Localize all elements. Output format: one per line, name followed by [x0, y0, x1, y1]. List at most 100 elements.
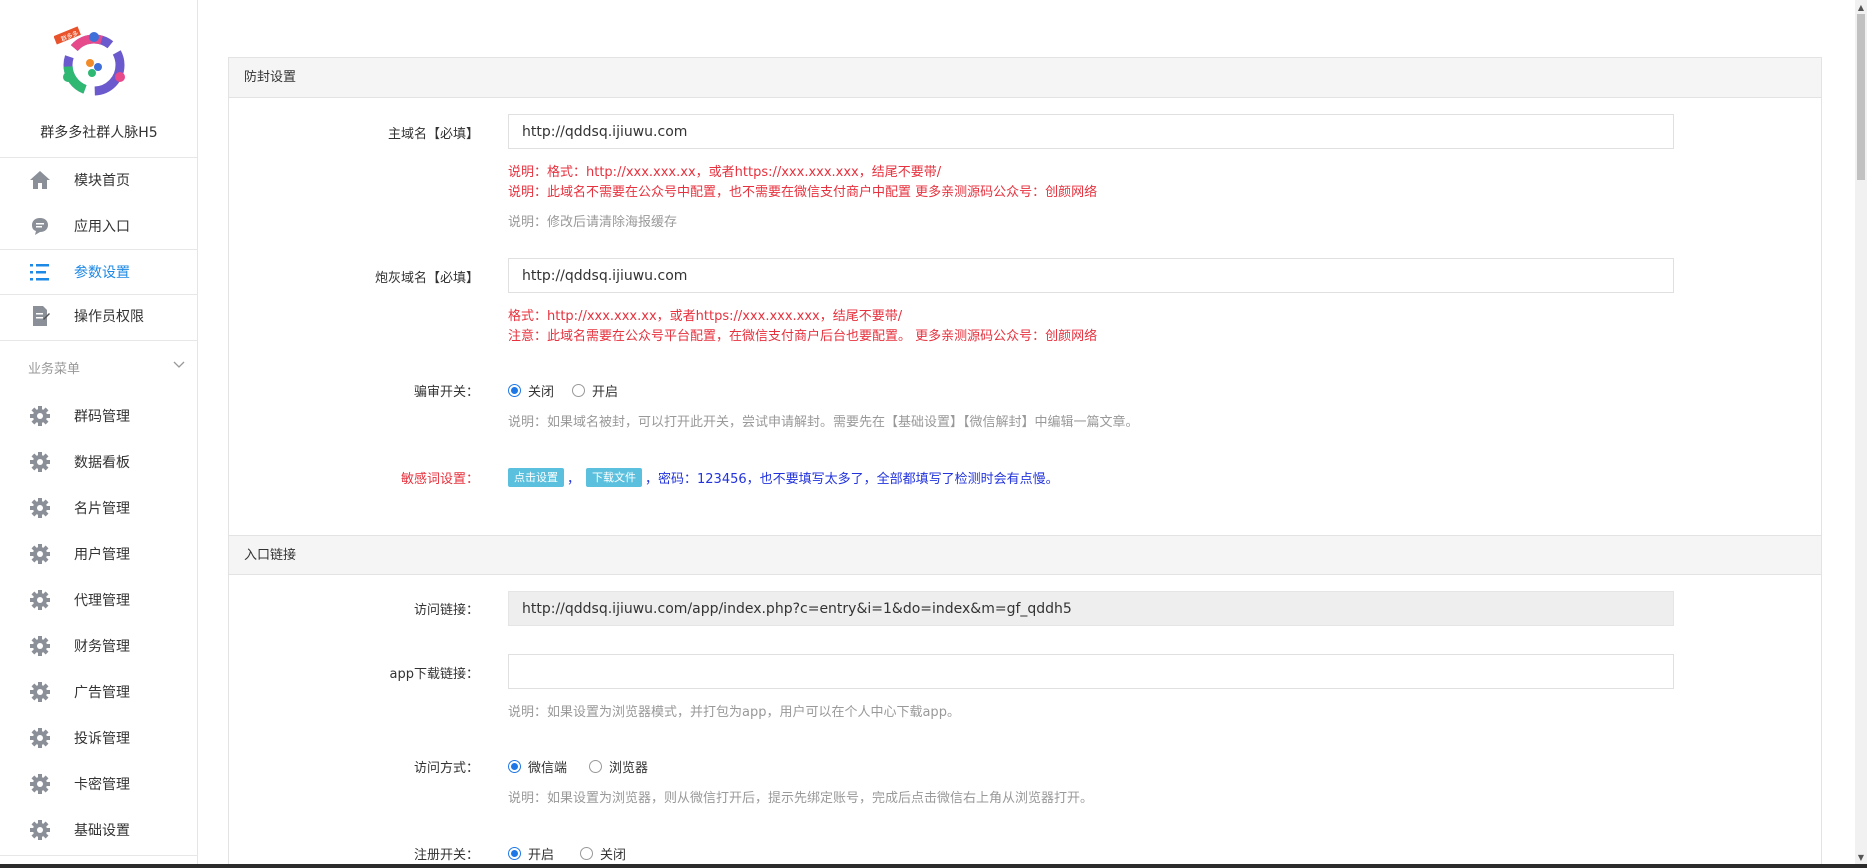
sensitive-words-text: ，密码：123456，也不要填写太多了，全部都填写了检测时会有点慢。: [645, 472, 1059, 487]
review-switch-radios: 关闭 开启: [508, 381, 636, 400]
radio-label: 开启: [592, 385, 619, 400]
sidebar-item-agents[interactable]: 代理管理: [0, 577, 198, 623]
sensitive-words-label: 敏感词设置：: [400, 472, 479, 487]
main-content: 防封设置 主域名【必填】 说明：格式：http://xxx.xxx.xx，或者h…: [198, 0, 1855, 868]
gear-icon: [28, 680, 52, 704]
sensitive-separator: ，: [567, 472, 581, 487]
gear-icon: [28, 404, 52, 428]
radio-checked-icon[interactable]: [508, 847, 521, 860]
section-header-anti-block: 防封设置: [229, 58, 1821, 98]
sidebar-divider: [0, 855, 198, 856]
sidebar-item-label: 投诉管理: [74, 731, 130, 747]
cannon-domain-hint-config: 注意：此域名需要在公众号平台配置，在微信支付商户后台也要配置。 更多亲测源码公众…: [508, 329, 1098, 344]
sidebar-item-home[interactable]: 模块首页: [0, 157, 198, 203]
gear-icon: [28, 818, 52, 842]
download-file-button[interactable]: 下载文件: [586, 468, 643, 487]
visit-link-label: 访问链接：: [413, 603, 479, 618]
sidebar-item-label: 操作员权限: [74, 309, 144, 325]
radio-label: 关闭: [528, 385, 555, 400]
sidebar-item-label: 用户管理: [74, 547, 130, 563]
sensitive-settings-button[interactable]: 点击设置: [508, 468, 564, 487]
review-switch-hint: 说明：如果域名被封，可以打开此开关，尝试申请解封。需要先在【基础设置】【微信解封…: [508, 415, 1139, 430]
radio-label: 微信端: [528, 761, 568, 776]
gear-icon: [28, 772, 52, 796]
review-on-option[interactable]: 开启: [572, 381, 618, 400]
scroll-down-arrow-icon[interactable]: ▼: [1855, 850, 1867, 864]
sidebar-item-complaints[interactable]: 投诉管理: [0, 715, 198, 761]
scroll-up-arrow-icon[interactable]: ▲: [1855, 0, 1867, 14]
access-mode-wechat-option[interactable]: 微信端: [508, 757, 567, 776]
sidebar-divider: [0, 340, 198, 341]
sidebar-item-app-entry[interactable]: 应用入口: [0, 203, 198, 249]
sidebar-section-title: 业务菜单: [28, 362, 81, 377]
app-download-hint: 说明：如果设置为浏览器模式，并打包为app，用户可以在个人中心下载app。: [508, 705, 960, 720]
review-off-option[interactable]: 关闭: [508, 381, 554, 400]
sidebar-item-label: 财务管理: [74, 639, 130, 655]
access-mode-radios: 微信端 浏览器: [508, 757, 666, 776]
sidebar-item-users[interactable]: 用户管理: [0, 531, 198, 577]
cannon-domain-hint-format: 格式：http://xxx.xxx.xx，或者https://xxx.xxx.x…: [508, 309, 903, 324]
review-switch-label: 骗审开关：: [413, 385, 479, 400]
sidebar-item-label: 群码管理: [74, 409, 130, 425]
sidebar-item-label: 应用入口: [74, 219, 130, 235]
radio-label: 关闭: [600, 848, 627, 863]
sidebar-item-dashboard[interactable]: 数据看板: [0, 439, 198, 485]
settings-panel: 防封设置 主域名【必填】 说明：格式：http://xxx.xxx.xx，或者h…: [228, 57, 1822, 868]
access-mode-hint: 说明：如果设置为浏览器，则从微信打开后，提示先绑定账号，完成后点击微信右上角从浏…: [508, 791, 1094, 806]
register-switch-label: 注册开关：: [413, 848, 479, 863]
access-mode-browser-option[interactable]: 浏览器: [589, 757, 648, 776]
radio-label: 开启: [528, 848, 555, 863]
radio-unchecked-icon[interactable]: [572, 384, 586, 397]
radio-checked-icon[interactable]: [508, 760, 521, 773]
main-domain-input[interactable]: [508, 114, 1674, 149]
radio-checked-icon[interactable]: [508, 384, 521, 397]
sidebar-item-card-keys[interactable]: 卡密管理: [0, 761, 198, 807]
register-on-option[interactable]: 开启: [508, 844, 554, 863]
scrollbar-thumb[interactable]: [1857, 14, 1865, 180]
app-root: 群多多 群多多社群人脉H5 模块首页 应用入口 参数设置 操作员权限 业务菜单 …: [0, 0, 1867, 868]
sidebar-item-label: 代理管理: [74, 593, 130, 609]
home-icon: [28, 168, 52, 192]
sidebar: 群多多 群多多社群人脉H5 模块首页 应用入口 参数设置 操作员权限 业务菜单 …: [0, 0, 198, 868]
cannon-domain-input[interactable]: [508, 258, 1674, 293]
sidebar-item-label: 数据看板: [74, 455, 130, 471]
window-bottom-edge: [0, 864, 1867, 868]
access-mode-label: 访问方式：: [413, 761, 479, 776]
gear-icon: [28, 726, 52, 750]
gear-icon: [28, 634, 52, 658]
sidebar-item-ads[interactable]: 广告管理: [0, 669, 198, 715]
gear-icon: [28, 450, 52, 474]
vertical-scrollbar[interactable]: ▲ ▼: [1855, 0, 1867, 868]
sidebar-item-label: 模块首页: [74, 173, 130, 189]
sidebar-item-finance[interactable]: 财务管理: [0, 623, 198, 669]
sidebar-item-params[interactable]: 参数设置: [0, 249, 198, 295]
sidebar-item-label: 名片管理: [74, 501, 130, 517]
sidebar-item-basic-settings[interactable]: 基础设置: [0, 807, 198, 853]
app-logo[interactable]: 群多多: [54, 23, 134, 103]
sidebar-item-group-codes[interactable]: 群码管理: [0, 393, 198, 439]
cannon-domain-label: 炮灰域名【必填】: [374, 271, 479, 286]
gear-icon: [28, 588, 52, 612]
radio-unchecked-icon[interactable]: [589, 760, 603, 773]
gear-icon: [28, 542, 52, 566]
sidebar-item-cards[interactable]: 名片管理: [0, 485, 198, 531]
site-name: 群多多社群人脉H5: [40, 125, 158, 141]
sidebar-item-operator-permissions[interactable]: 操作员权限: [0, 293, 198, 339]
app-download-input[interactable]: [508, 654, 1674, 689]
sidebar-item-label: 卡密管理: [74, 777, 130, 793]
sidebar-item-label: 基础设置: [74, 823, 130, 839]
main-domain-hint-config: 说明：此域名不需要在公众号中配置，也不需要在微信支付商户中配置 更多亲测源码公众…: [508, 185, 1098, 200]
chevron-down-icon[interactable]: [172, 358, 186, 372]
gear-icon: [28, 496, 52, 520]
list-settings-icon: [28, 260, 52, 284]
document-edit-icon: [28, 304, 52, 328]
sidebar-item-label: 广告管理: [74, 685, 130, 701]
main-domain-hint-cache: 说明：修改后请清除海报缓存: [508, 215, 678, 230]
sensitive-words-row: 点击设置 ， 下载文件 ，密码：123456，也不要填写太多了，全部都填写了检测…: [508, 468, 1059, 487]
register-switch-radios: 开启 关闭: [508, 844, 644, 863]
section-header-entry: 入口链接: [229, 535, 1821, 575]
sidebar-header: 群多多 群多多社群人脉H5: [0, 0, 197, 158]
radio-unchecked-icon[interactable]: [580, 847, 594, 860]
visit-link-input[interactable]: [508, 591, 1674, 626]
register-off-option[interactable]: 关闭: [580, 844, 626, 863]
